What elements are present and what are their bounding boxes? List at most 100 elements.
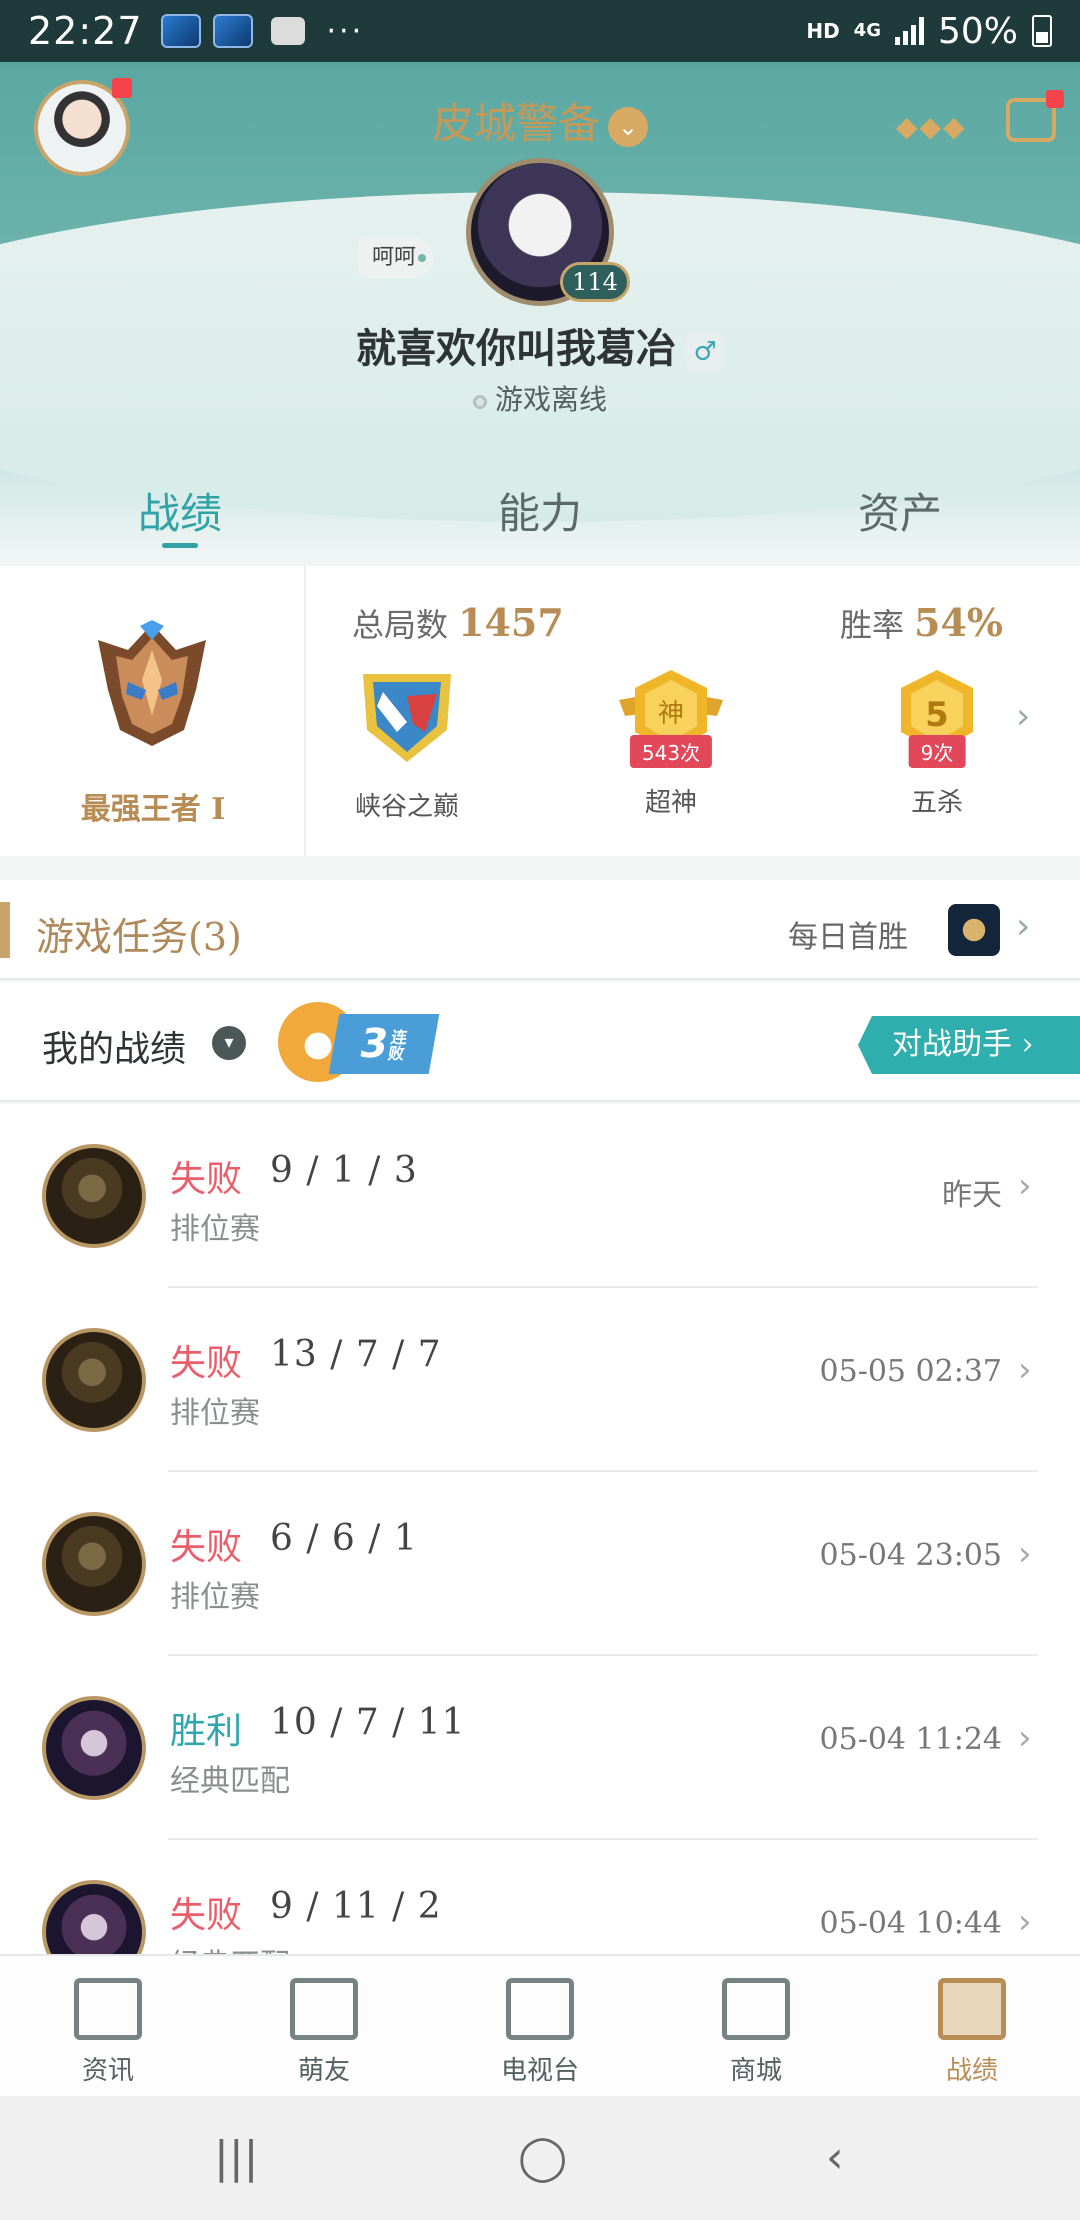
losing-streak-badge: 3连败 xyxy=(278,1002,440,1082)
match-result: 失败 xyxy=(170,1343,243,1384)
my-record-title[interactable]: 我的战绩 xyxy=(42,1020,186,1072)
match-mode: 排位赛 xyxy=(170,1212,260,1247)
status-dot-icon xyxy=(472,394,487,409)
home-icon[interactable]: ◯ xyxy=(518,2132,567,2183)
chevron-right-icon[interactable]: › xyxy=(1016,696,1030,737)
match-result: 失败 xyxy=(170,1159,243,1200)
status-text: 游戏离线 xyxy=(494,383,607,416)
system-navigation-bar: ||| ◯ ‹ xyxy=(0,2096,1080,2220)
level-badge: 114 xyxy=(560,262,630,302)
chevron-down-icon: ⌄ xyxy=(608,107,648,147)
gender-male-icon: ♂ xyxy=(686,333,724,371)
nav-label: 电视台 xyxy=(500,2056,579,2086)
match-kda: 10 / 7 / 11 xyxy=(270,1702,466,1743)
rank-name: 最强王者 I xyxy=(80,792,226,827)
streak-text: 连败 xyxy=(386,1028,409,1063)
tab-record[interactable]: 战绩 xyxy=(0,470,360,562)
chevron-down-icon[interactable]: ▾ xyxy=(212,1026,246,1060)
nav-label: 萌友 xyxy=(297,2056,350,2086)
match-row[interactable]: 失败 6 / 6 / 1 排位赛 05-04 23:05 › xyxy=(0,1472,1080,1656)
match-time: 05-04 10:44 xyxy=(819,1906,1002,1941)
nav-tv[interactable]: 电视台 xyxy=(432,1956,648,2096)
clock: 22:27 xyxy=(28,9,143,53)
match-row[interactable]: 失败 13 / 7 / 7 排位赛 05-05 02:37 › xyxy=(0,1288,1080,1472)
shop-icon xyxy=(722,1978,790,2040)
tab-assets[interactable]: 资产 xyxy=(720,470,1080,562)
server-name: 皮城警备 xyxy=(431,99,600,148)
daily-first-win-label: 每日首胜 xyxy=(788,920,908,955)
badge-summit[interactable]: 峡谷之巅 xyxy=(322,666,492,823)
more-options-icon[interactable]: ◆◆◆ xyxy=(896,110,967,143)
match-time: 05-04 11:24 xyxy=(819,1722,1002,1757)
news-icon xyxy=(74,1978,142,2040)
nav-record[interactable]: 战绩 xyxy=(864,1956,1080,2096)
total-games-label: 总局数 xyxy=(352,606,449,644)
match-time: 昨天 xyxy=(942,1178,1002,1213)
bottom-navigation: 资讯 萌友 电视台 商城 战绩 xyxy=(0,1954,1080,2096)
match-mode: 经典匹配 xyxy=(170,1940,290,1954)
badge-pentakill[interactable]: 5 9次 五杀 xyxy=(852,666,1022,819)
game-app-icon-2 xyxy=(212,14,253,48)
badge-godlike[interactable]: 神 543次 超神 xyxy=(586,666,756,819)
record-icon xyxy=(938,1978,1006,2040)
match-list: 失败 9 / 1 / 3 排位赛 昨天 › 失败 13 / 7 / 7 排位赛 … xyxy=(0,1104,1080,1954)
win-rate-label: 胜率 xyxy=(840,606,905,644)
back-icon[interactable]: ‹ xyxy=(826,2132,844,2183)
chevron-right-icon: › xyxy=(1018,1902,1032,1942)
club-tag[interactable]: 呵呵 xyxy=(358,238,435,278)
match-row[interactable]: 失败 9 / 1 / 3 排位赛 昨天 › xyxy=(0,1104,1080,1288)
chevron-right-icon: › xyxy=(1018,1718,1032,1758)
streak-tag: 3连败 xyxy=(328,1014,440,1074)
tv-icon xyxy=(506,1978,574,2040)
chat-notification-dot xyxy=(1046,90,1064,108)
more-notifications-icon: ··· xyxy=(326,13,365,49)
game-app-icon xyxy=(160,14,201,48)
match-result: 失败 xyxy=(170,1895,243,1936)
hero-avatar xyxy=(42,1512,146,1616)
nav-label: 资讯 xyxy=(81,2056,134,2086)
nav-label: 商城 xyxy=(729,2056,782,2086)
badge-label: 峡谷之巅 xyxy=(354,792,459,822)
match-mode: 排位赛 xyxy=(170,1580,260,1615)
stats-card[interactable]: 最强王者 I 总局数 1457 胜率 54% 峡谷之巅 神 543次 超神 5 … xyxy=(0,566,1080,856)
nav-friends[interactable]: 萌友 xyxy=(216,1956,432,2096)
badge-count: 9次 xyxy=(908,735,966,768)
pentakill-badge-icon: 5 9次 xyxy=(885,666,989,768)
chat-icon[interactable] xyxy=(1006,90,1064,142)
hero-avatar xyxy=(42,1880,146,1954)
match-mode: 排位赛 xyxy=(170,1396,260,1431)
tasks-title: 游戏任务(3) xyxy=(36,915,242,959)
match-mode: 经典匹配 xyxy=(170,1764,290,1799)
match-row[interactable]: 胜利 10 / 7 / 11 经典匹配 05-04 11:24 › xyxy=(0,1656,1080,1840)
svg-text:5: 5 xyxy=(925,695,949,735)
rank-helmet-icon xyxy=(98,620,206,746)
hero-avatar xyxy=(42,1328,146,1432)
signal-icon xyxy=(894,17,924,45)
friends-icon xyxy=(290,1978,358,2040)
network-type: 4G xyxy=(853,20,881,41)
game-tasks-row[interactable]: 游戏任务(3) 每日首胜 › xyxy=(0,880,1080,980)
summit-badge-icon xyxy=(363,674,451,762)
rank-box[interactable]: 最强王者 I xyxy=(0,566,306,856)
match-kda: 9 / 11 / 2 xyxy=(270,1886,442,1927)
status-bar: 22:27 ··· HD 4G 50% xyxy=(0,0,1080,62)
battery-icon xyxy=(1032,15,1052,47)
nav-label: 战绩 xyxy=(945,2056,998,2086)
win-rate: 胜率 54% xyxy=(840,600,1003,646)
nav-shop[interactable]: 商城 xyxy=(648,1956,864,2096)
badge-label: 超神 xyxy=(644,788,697,818)
match-row[interactable]: 失败 9 / 11 / 2 经典匹配 05-04 10:44 › xyxy=(0,1840,1080,1954)
godlike-badge-icon: 神 543次 xyxy=(619,666,723,768)
total-games: 总局数 1457 xyxy=(352,600,564,646)
chevron-right-icon: › xyxy=(1018,1350,1032,1390)
match-kda: 6 / 6 / 1 xyxy=(270,1518,418,1559)
nav-news[interactable]: 资讯 xyxy=(0,1956,216,2096)
svg-text:神: 神 xyxy=(658,699,684,729)
battle-assistant-button[interactable]: 对战助手 › xyxy=(858,1016,1080,1074)
recent-apps-icon[interactable]: ||| xyxy=(214,2132,258,2183)
hd-indicator: HD xyxy=(806,19,840,43)
win-rate-value: 54% xyxy=(914,600,1004,645)
badge-label: 五杀 xyxy=(910,788,963,818)
tab-ability[interactable]: 能力 xyxy=(360,470,720,562)
nickname-text: 就喜欢你叫我葛冶 xyxy=(356,325,676,372)
